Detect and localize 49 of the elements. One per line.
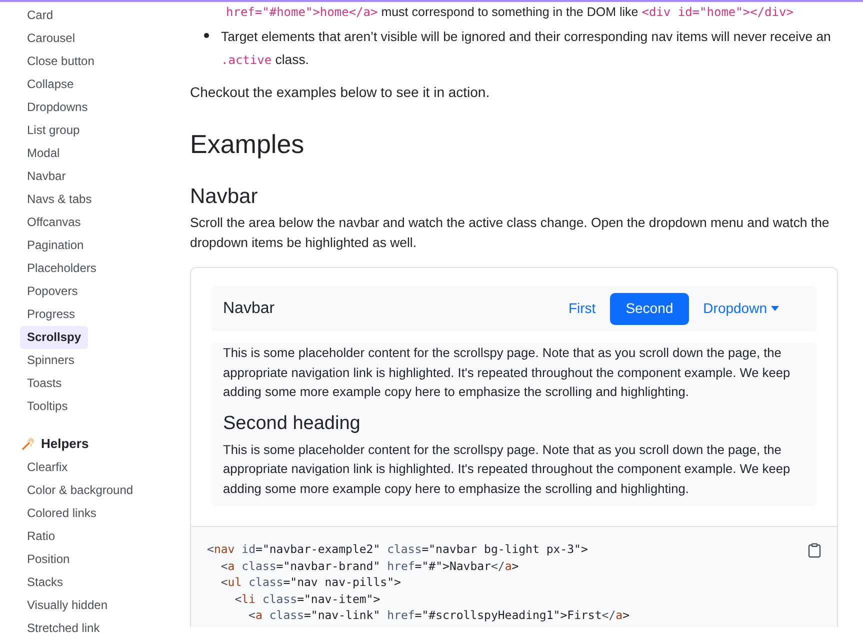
sidebar-link[interactable]: Close button: [20, 50, 102, 73]
sidebar-link[interactable]: Collapse: [20, 73, 81, 96]
sidebar-link[interactable]: Carousel: [20, 27, 82, 50]
code-line: <a class="navbar-brand" href="#">Navbar</a>: [220, 558, 519, 574]
sidebar-link[interactable]: Navs & tabs: [20, 188, 99, 211]
sidebar-link[interactable]: Colored links: [20, 502, 104, 524]
list-item: Target elements that aren’t visible will be ignored and their corresponding nav items will never receive an .active class.: [221, 28, 832, 69]
code-line: <a class="nav-link" href="#scrollspyHeading1">First</a>: [248, 607, 630, 624]
sidebar-link[interactable]: Modal: [20, 142, 67, 165]
sidebar-link[interactable]: Visually hidden: [20, 594, 115, 616]
paragraph: href="#home">home</a> must correspond to something in the DOM like <div id="home"></div>: [225, 5, 794, 20]
sidebar-link[interactable]: Stacks: [20, 570, 70, 594]
sidebar-link[interactable]: Spinners: [20, 349, 82, 372]
sidebar-link[interactable]: Stretched link: [20, 616, 107, 640]
magic-wand-icon: [21, 436, 35, 451]
heading: Second heading: [223, 412, 362, 436]
paragraph: Scroll the area below the navbar and watch the active class change. Open the dropdown menu and watch the dropdown items be highlighted as well.: [190, 214, 830, 252]
paragraph: Checkout the examples below to see it in action.: [190, 83, 491, 102]
paragraph: This is some placeholder content for the scrollspy page. Note that as you scroll down the page, the appropriate navigation link is highlighted. It's repeated throughout the component example. We keep adding some more example copy here to emphasize the scrolling and highlighting.: [223, 344, 792, 401]
subsection-heading: Navbar: [190, 184, 259, 210]
code-line: <ul class="nav nav-pills">: [220, 574, 401, 590]
sidebar-link[interactable]: Popovers: [20, 280, 85, 303]
sidebar-link[interactable]: Offcanvas: [20, 211, 88, 234]
section-heading: Examples: [190, 128, 306, 160]
sidebar-link[interactable]: Clearfix: [20, 456, 75, 478]
sidebar-link[interactable]: Toasts: [20, 372, 69, 395]
clipboard-icon[interactable]: [808, 543, 821, 558]
sidebar-link[interactable]: Card: [20, 4, 60, 27]
sidebar-link[interactable]: Pagination: [20, 234, 91, 257]
sidebar-link[interactable]: Dropdowns: [20, 96, 95, 119]
section-title: Helpers: [41, 435, 89, 453]
sidebar-link[interactable]: Tooltips: [20, 395, 75, 418]
sidebar-link[interactable]: Ratio: [20, 524, 62, 548]
sidebar-link[interactable]: Progress: [20, 303, 82, 326]
sidebar-link[interactable]: Navbar: [20, 165, 73, 188]
sidebar-link[interactable]: Position: [20, 548, 77, 570]
code-line: <li class="nav-item">: [234, 590, 380, 607]
sidebar-link[interactable]: List group: [20, 119, 87, 142]
sidebar-link[interactable]: Scrollspy: [20, 326, 88, 349]
navbar-brand[interactable]: Navbar: [223, 296, 275, 320]
sidebar-link[interactable]: Placeholders: [20, 257, 104, 280]
nav-link[interactable]: Second: [610, 292, 690, 324]
nav-link[interactable]: First: [556, 292, 608, 324]
dropdown-toggle[interactable]: Dropdown: [691, 292, 791, 324]
sidebar-link[interactable]: Color & background: [20, 478, 140, 502]
caret-icon: [771, 306, 779, 311]
paragraph: This is some placeholder content for the scrollspy page. Note that as you scroll down the page, the appropriate navigation link is highlighted. It's repeated throughout the component example. We keep adding some more example copy here to emphasize the scrolling and highlighting.: [223, 440, 792, 498]
code-line: <nav id="navbar-example2" class="navbar bg-light px-3">: [207, 541, 588, 558]
bullet-icon: [204, 33, 209, 38]
